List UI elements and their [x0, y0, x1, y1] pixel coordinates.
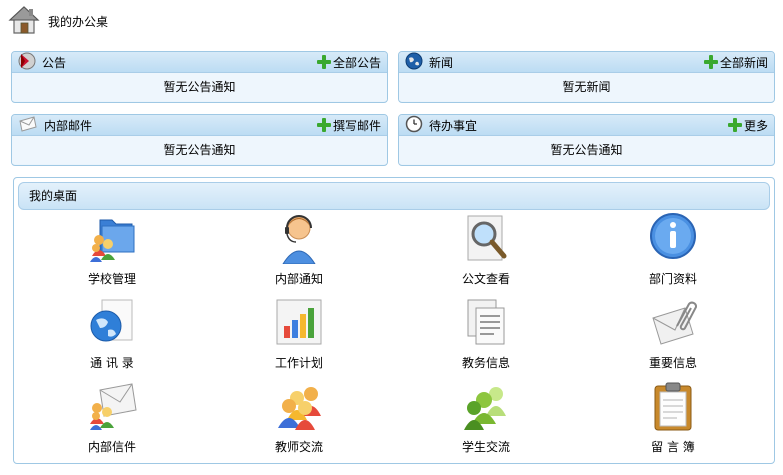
people-envelope-icon: [86, 380, 138, 432]
panel-header: 内部邮件 撰写邮件: [12, 115, 387, 136]
panel-title: 公告: [42, 55, 67, 70]
info-icon: [647, 212, 699, 264]
desktop-title: 我的桌面: [18, 182, 770, 210]
panel-header: 公告 全部公告: [12, 52, 387, 73]
desktop-item-label[interactable]: 公文查看: [426, 270, 546, 287]
house-icon: [8, 4, 40, 39]
desktop-item-label[interactable]: 留 言 簿: [613, 438, 733, 455]
panel-title: 新闻: [429, 55, 454, 70]
clock-icon: [405, 115, 423, 136]
globe-icon: [405, 52, 423, 73]
speaker-icon: [18, 52, 36, 73]
desktop-item-teacher-exchange[interactable]: 教师交流: [239, 380, 359, 455]
desktop-item-school-management[interactable]: 学校管理: [52, 212, 172, 287]
desktop-item-department-data[interactable]: 部门资料: [613, 212, 733, 287]
panel-body: 暂无公告通知: [12, 136, 387, 164]
people-folder-icon: [86, 212, 138, 264]
plus-icon: [703, 55, 718, 69]
desktop-item-internal-letters[interactable]: 内部信件: [52, 380, 172, 455]
panel-title: 内部邮件: [44, 118, 93, 133]
desktop-item-work-plan[interactable]: 工作计划: [239, 296, 359, 371]
desktop-item-label[interactable]: 学生交流: [426, 438, 546, 455]
desktop-item-label[interactable]: 工作计划: [239, 354, 359, 371]
clipboard-icon: [647, 380, 699, 432]
page-header: 我的办公桌: [8, 4, 108, 38]
panel-title: 待办事宜: [429, 118, 478, 133]
magnifier-icon: [460, 212, 512, 264]
desktop-item-label[interactable]: 重要信息: [613, 354, 733, 371]
desktop-item-student-exchange[interactable]: 学生交流: [426, 380, 546, 455]
plus-icon: [316, 55, 331, 69]
panel-body: 暂无新闻: [399, 73, 774, 101]
my-desktop-panel: 我的桌面 学校管理 内部通知 公文查看 部门资料 通 讯 录 工作计划 教务信息…: [13, 177, 775, 464]
desktop-item-label[interactable]: 内部通知: [239, 270, 359, 287]
all-news-link[interactable]: 全部新闻: [703, 54, 768, 71]
announcement-panel: 公告 全部公告 暂无公告通知: [11, 51, 388, 103]
desktop-item-address-book[interactable]: 通 讯 录: [52, 296, 172, 371]
desktop-item-label[interactable]: 部门资料: [613, 270, 733, 287]
todo-panel: 待办事宜 更多 暂无公告通知: [398, 114, 775, 166]
envelope-icon: [18, 115, 38, 136]
documents-icon: [460, 296, 512, 348]
desktop-item-academic-info[interactable]: 教务信息: [426, 296, 546, 371]
desktop-item-label[interactable]: 通 讯 录: [52, 354, 172, 371]
panel-header: 新闻 全部新闻: [399, 52, 774, 73]
desktop-item-label[interactable]: 内部信件: [52, 438, 172, 455]
desktop-item-important-info[interactable]: 重要信息: [613, 296, 733, 371]
desktop-item-internal-notice[interactable]: 内部通知: [239, 212, 359, 287]
desktop-item-guestbook[interactable]: 留 言 簿: [613, 380, 733, 455]
more-todo-link[interactable]: 更多: [727, 117, 768, 134]
page-title: 我的办公桌: [48, 14, 109, 29]
globe-document-icon: [86, 296, 138, 348]
internal-mail-panel: 内部邮件 撰写邮件 暂无公告通知: [11, 114, 388, 166]
panel-header: 待办事宜 更多: [399, 115, 774, 136]
operator-icon: [273, 212, 325, 265]
panel-body: 暂无公告通知: [12, 73, 387, 101]
all-announcements-link[interactable]: 全部公告: [316, 54, 381, 71]
plus-icon: [316, 118, 331, 132]
compose-mail-link[interactable]: 撰写邮件: [316, 117, 381, 134]
paperclip-envelope-icon: [647, 296, 699, 348]
news-panel: 新闻 全部新闻 暂无新闻: [398, 51, 775, 103]
desktop-item-label[interactable]: 学校管理: [52, 270, 172, 287]
green-people-icon: [460, 380, 512, 432]
plus-icon: [727, 118, 742, 132]
people-group-icon: [273, 380, 325, 432]
desktop-item-document-view[interactable]: 公文查看: [426, 212, 546, 287]
panel-body: 暂无公告通知: [399, 136, 774, 164]
desktop-item-label[interactable]: 教务信息: [426, 354, 546, 371]
bar-chart-icon: [273, 296, 325, 348]
desktop-item-label[interactable]: 教师交流: [239, 438, 359, 455]
